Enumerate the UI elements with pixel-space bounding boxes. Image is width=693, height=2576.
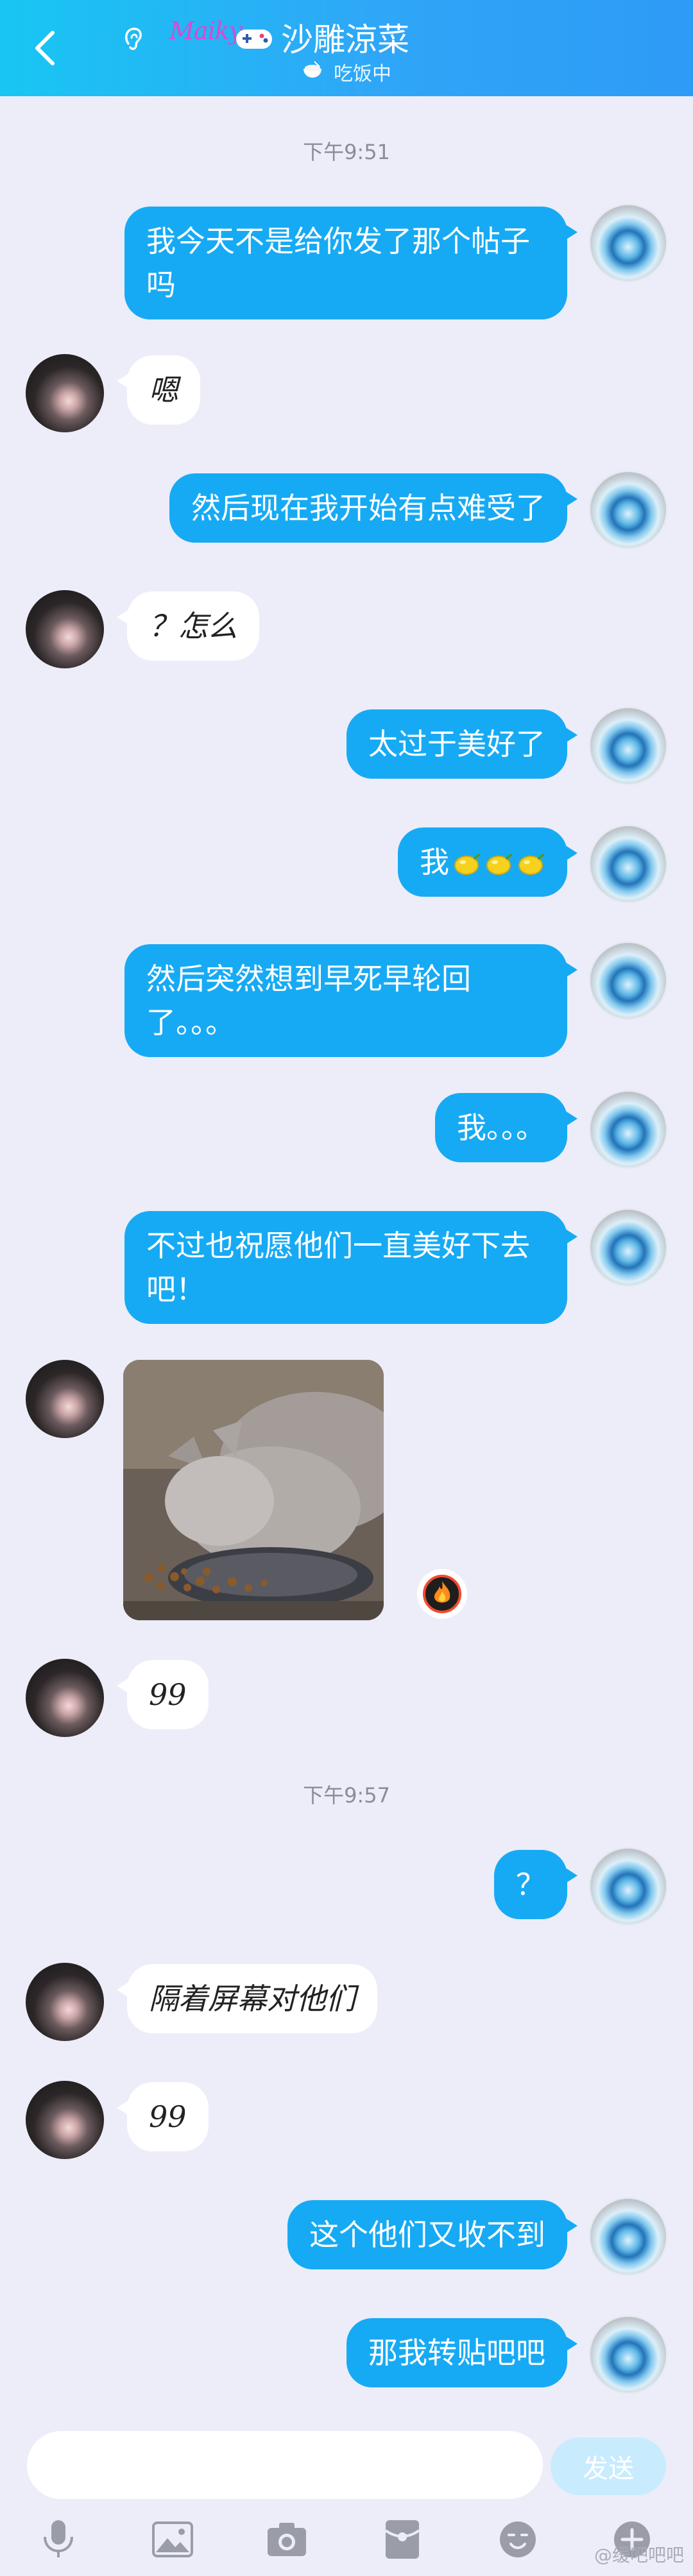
camera-button[interactable] xyxy=(264,2517,309,2562)
avatar[interactable] xyxy=(589,2316,667,2394)
message-bubble[interactable]: 99 xyxy=(117,1660,209,1729)
message-bubble[interactable]: 太过于美好了 xyxy=(346,709,578,779)
message-bubble[interactable]: 我 xyxy=(398,827,578,897)
message-input[interactable] xyxy=(27,2431,543,2499)
avatar[interactable] xyxy=(589,1090,667,1169)
emoji-button[interactable] xyxy=(495,2517,540,2562)
message-bubble[interactable]: 嗯 xyxy=(117,355,200,425)
emoji-icon xyxy=(500,2521,536,2557)
watermark-text: @缓吧吧吧 xyxy=(594,2545,684,2566)
message-bubble[interactable]: 不过也祝愿他们一直美好下去吧！ xyxy=(124,1211,578,1324)
avatar[interactable] xyxy=(589,707,667,785)
avatar[interactable] xyxy=(26,1360,104,1438)
message-bubble[interactable]: ？ xyxy=(494,1850,578,1919)
chat-title[interactable]: 沙雕涼菜 xyxy=(281,14,409,60)
lemon-emoji-icon xyxy=(454,853,480,875)
timestamp: 下午9:57 xyxy=(303,1783,390,1808)
avatar[interactable] xyxy=(589,204,667,282)
voice-button[interactable] xyxy=(36,2517,81,2562)
image-message[interactable] xyxy=(123,1360,384,1620)
avatar[interactable] xyxy=(26,1659,104,1737)
message-bubble[interactable]: 然后突然想到早死早轮回了。。。 xyxy=(124,944,578,1057)
avatar[interactable] xyxy=(589,825,667,903)
avatar[interactable] xyxy=(26,2081,104,2159)
image-button[interactable] xyxy=(150,2517,195,2562)
red-packet-button[interactable] xyxy=(380,2517,425,2562)
avatar[interactable] xyxy=(589,1208,667,1287)
rice-bowl-icon xyxy=(304,61,321,78)
image-icon xyxy=(152,2521,193,2557)
message-bubble[interactable]: 隔着屏幕对他们 xyxy=(117,1964,377,2033)
message-bubble[interactable]: 我今天不是给你发了那个帖子吗 xyxy=(124,207,578,319)
avatar[interactable] xyxy=(589,942,667,1020)
message-bubble[interactable]: 然后现在我开始有点难受了 xyxy=(169,473,578,543)
message-bubble[interactable]: 那我转贴吧吧 xyxy=(346,2318,578,2387)
message-bubble[interactable]: 这个他们又收不到 xyxy=(287,2200,578,2269)
message-bubble[interactable]: ？怎么 xyxy=(117,591,259,661)
input-bar: 发送 @缓吧吧吧 xyxy=(0,2421,693,2576)
camera-icon xyxy=(268,2523,306,2556)
message-bubble[interactable]: 我。。。 xyxy=(435,1093,578,1162)
lemon-emoji-icon xyxy=(486,853,512,875)
send-button[interactable]: 发送 xyxy=(551,2437,666,2495)
avatar[interactable] xyxy=(589,471,667,549)
message-bubble[interactable]: 99 xyxy=(117,2082,209,2151)
status-text: 吃饭中 xyxy=(334,63,391,85)
avatar[interactable] xyxy=(26,354,104,432)
chat-header: Maiky 沙雕涼菜 吃饭中 xyxy=(0,0,693,96)
reaction-badge[interactable] xyxy=(417,1569,467,1619)
avatar[interactable] xyxy=(26,590,104,668)
ear-icon[interactable] xyxy=(119,24,148,53)
gamepad-icon xyxy=(236,30,272,49)
watermark: @缓吧吧吧 xyxy=(594,2541,684,2567)
red-packet-icon xyxy=(384,2520,420,2559)
mic-icon xyxy=(44,2520,73,2557)
vip-logo: Maiky xyxy=(169,17,243,45)
cat-eating-photo xyxy=(123,1360,384,1620)
message-text: 我 xyxy=(420,845,449,879)
avatar[interactable] xyxy=(26,1963,104,2041)
fire-badge-icon xyxy=(423,1575,461,1613)
chevron-left-icon xyxy=(35,31,55,65)
avatar[interactable] xyxy=(589,2198,667,2276)
timestamp: 下午9:51 xyxy=(303,140,390,164)
avatar[interactable] xyxy=(589,1847,667,1926)
back-button[interactable] xyxy=(26,22,64,74)
lemon-emoji-icon xyxy=(518,853,544,875)
